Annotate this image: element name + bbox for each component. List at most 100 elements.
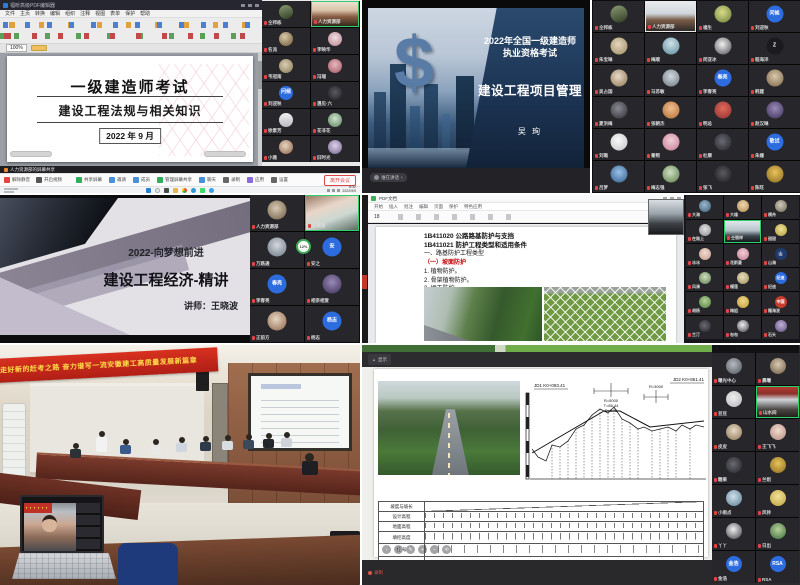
document-area[interactable]: JD1 K0+093.41 R=5000 T=86.44 E=0.75 R=30… xyxy=(362,367,712,560)
pdf-document-area[interactable]: 一级建造师考试 建设工程法规与相关知识 2022 年 9 月 xyxy=(0,53,262,166)
menu-tab[interactable]: 开始 xyxy=(374,204,383,210)
participant-tile[interactable]: 陈旺 xyxy=(749,161,800,192)
menu-item[interactable]: 转换 xyxy=(35,10,45,17)
control-button[interactable]: ✎ xyxy=(406,545,415,554)
participant-tile[interactable]: 王飞飞 xyxy=(756,419,799,451)
participant-tile[interactable]: 纪迪 纪迪 xyxy=(762,268,799,291)
participant-tile[interactable]: 李映华 xyxy=(311,28,359,54)
participant-tile[interactable]: 王晓波 xyxy=(305,195,359,231)
participant-tile[interactable]: 张飞 xyxy=(697,161,748,192)
leave-meeting-button[interactable]: 离开会议 xyxy=(324,175,356,186)
menu-item[interactable]: 帮助 xyxy=(140,10,150,17)
search-icon[interactable] xyxy=(155,188,160,193)
explorer-icon[interactable] xyxy=(173,188,178,193)
participant-tile[interactable]: 刘璐 xyxy=(593,129,644,160)
toolbar-button[interactable]: 管理屏幕共享 xyxy=(157,177,192,183)
hand-tool-active[interactable] xyxy=(31,45,47,51)
toolbar-toggle[interactable]: 开启视频 xyxy=(36,177,62,183)
collapse-icon[interactable]: ‹ xyxy=(401,175,403,181)
participant-tile[interactable]: 仝邦栋 xyxy=(593,1,644,32)
participant-tile[interactable]: 皮皮 xyxy=(712,419,755,451)
participant-tile[interactable]: 大海 xyxy=(686,196,723,219)
participant-tile[interactable]: 杨志 杨志 xyxy=(305,306,359,342)
participant-tile[interactable]: 风铃 xyxy=(756,485,799,517)
participant-tile[interactable]: 晨曦 xyxy=(756,353,799,385)
zoom-select[interactable]: 100% xyxy=(6,44,27,52)
participant-tile[interactable]: 曝光中心 xyxy=(712,353,755,385)
toolbar-button[interactable]: 共享屏幕 xyxy=(76,177,102,183)
participant-tile[interactable]: 秦熙 xyxy=(645,129,696,160)
participant-tile[interactable]: 兰姐 xyxy=(756,452,799,484)
page-nav-pill[interactable] xyxy=(10,151,52,157)
toolbar-button[interactable]: 设置 xyxy=(271,177,288,183)
participant-tile[interactable]: 朱宝琳 xyxy=(593,33,644,64)
page-indicator[interactable]: 18 xyxy=(374,214,380,220)
participant-tile[interactable]: 旧时光 xyxy=(311,136,359,162)
participant-tile[interactable]: 兰汀 xyxy=(686,316,723,339)
participant-tile[interactable]: 小雨点 xyxy=(712,485,755,517)
participant-tile[interactable]: 问候 刘迎秋 xyxy=(749,1,800,32)
participant-tile[interactable]: 福生 xyxy=(697,1,748,32)
weather-widget[interactable] xyxy=(4,188,18,193)
toolbar-button[interactable]: 成员 xyxy=(133,177,150,183)
participant-tile[interactable]: 匆匆 xyxy=(724,316,761,339)
participant-tile[interactable]: 闵亚冰 xyxy=(697,33,748,64)
participant-tile[interactable]: 韦冠南 xyxy=(262,55,310,81)
participant-tile[interactable]: 名流 xyxy=(262,28,310,54)
participant-tile[interactable]: 日出 xyxy=(756,518,799,550)
toolbar-button[interactable]: 应用 xyxy=(247,177,264,183)
participant-tile[interactable]: 在路上 xyxy=(686,220,723,243)
participant-tile[interactable]: 遇见·六 xyxy=(311,82,359,108)
participant-tile[interactable]: 春亮 李春亮 xyxy=(697,65,748,96)
system-tray[interactable]: 8:32 2022/9/9 xyxy=(327,186,356,193)
floating-camera-video[interactable] xyxy=(648,199,684,235)
window-buttons[interactable] xyxy=(241,4,259,7)
participant-tile[interactable]: 夏洪梅 xyxy=(593,97,644,128)
participant-tile[interactable]: 仝邦栋 xyxy=(262,1,310,27)
participant-tile[interactable]: 问候 刘迎秋 xyxy=(262,82,310,108)
control-button[interactable]: − xyxy=(430,545,439,554)
maximize-icon[interactable] xyxy=(248,4,252,7)
minimize-icon[interactable] xyxy=(241,4,245,7)
participant-tile[interactable]: 甜甜 xyxy=(762,220,799,243)
participant-tile[interactable]: 安 安之 xyxy=(305,232,359,268)
control-button[interactable]: ⟲ xyxy=(442,545,451,554)
meeting-app-icon[interactable] xyxy=(209,188,214,193)
participant-tile[interactable]: 正前方 xyxy=(250,306,304,342)
show-panel-chip[interactable]: ▲ 显示 xyxy=(368,354,391,365)
participant-tile[interactable]: 梅志强 xyxy=(645,161,696,192)
control-button[interactable]: › xyxy=(394,545,403,554)
menu-item[interactable]: 主页 xyxy=(20,10,30,17)
toolbar-button[interactable]: 邀请 xyxy=(109,177,126,183)
wechat-icon[interactable] xyxy=(200,188,205,193)
participant-tile[interactable]: 胡杨 xyxy=(686,292,723,315)
toolbar-button[interactable]: 录制 xyxy=(223,177,240,183)
menu-tab[interactable]: 编辑 xyxy=(419,204,428,210)
participant-tile[interactable]: 金浩 金浩 xyxy=(712,551,755,583)
pdf-app-titlebar[interactable]: PDF文档 xyxy=(368,195,684,203)
participant-tile[interactable]: 人力资源部 xyxy=(311,1,359,27)
menu-item[interactable]: 文件 xyxy=(5,10,15,17)
menu-item[interactable]: 表单 xyxy=(110,10,120,17)
participant-tile[interactable]: 花非花 xyxy=(311,109,359,135)
edge-icon[interactable] xyxy=(191,188,196,193)
chrome-icon[interactable] xyxy=(182,188,187,193)
participant-tile[interactable]: 相亲相爱 xyxy=(305,269,359,305)
participant-tile[interactable]: 人力资源部 xyxy=(250,195,304,231)
pdf-document-area[interactable]: 1B411020 公路路基防护与支挡 1B411021 防护工程类型和适用条件 … xyxy=(368,224,684,343)
document-tab[interactable]: PDF文档 xyxy=(379,196,397,202)
participant-tile[interactable]: 春亮 李春亮 xyxy=(250,269,304,305)
participant-tile[interactable]: 糖果 xyxy=(712,452,755,484)
control-button[interactable]: + xyxy=(418,545,427,554)
participant-tile[interactable]: Z 稻海洋 xyxy=(749,33,800,64)
participant-tile[interactable]: 榴莲 xyxy=(724,268,761,291)
menu-tab[interactable]: 页面 xyxy=(434,204,443,210)
participant-tile[interactable]: 张朝杰 xyxy=(645,97,696,128)
menu-item[interactable]: 保护 xyxy=(125,10,135,17)
menu-item[interactable]: 注释 xyxy=(80,10,90,17)
menu-tab[interactable]: 批注 xyxy=(404,204,413,210)
participant-tile[interactable]: 冰冰 xyxy=(686,244,723,267)
participant-tile[interactable]: 仝银祥 xyxy=(724,220,761,243)
participant-tile[interactable]: 石头 xyxy=(762,316,799,339)
menu-tab[interactable]: 插入 xyxy=(389,204,398,210)
